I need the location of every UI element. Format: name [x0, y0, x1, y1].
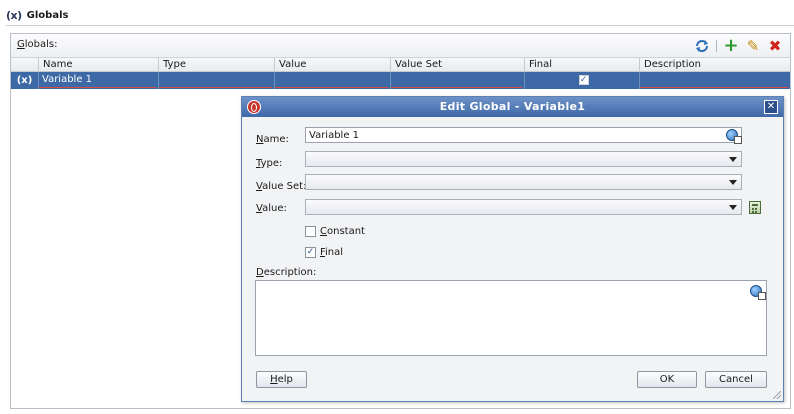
chevron-down-icon	[729, 157, 737, 162]
name-input[interactable]	[305, 127, 742, 143]
value-set-select[interactable]	[305, 174, 742, 190]
toolbar: + ✎ ✖	[693, 36, 784, 56]
cell-type[interactable]	[159, 72, 275, 89]
column-header-name[interactable]: Name	[39, 58, 159, 71]
description-textarea[interactable]	[255, 280, 767, 356]
help-button[interactable]: Help	[256, 371, 307, 388]
add-icon[interactable]: +	[722, 37, 740, 55]
cell-value[interactable]	[275, 72, 391, 89]
column-header-final[interactable]: Final	[525, 58, 640, 71]
toolbar-separator	[716, 40, 717, 52]
column-header-description[interactable]: Description	[640, 58, 790, 71]
final-checkbox-box[interactable]: ✓	[305, 247, 316, 258]
type-select[interactable]	[305, 151, 742, 167]
edit-icon[interactable]: ✎	[744, 37, 762, 55]
description-label: Description:	[256, 267, 317, 278]
column-header-type[interactable]: Type	[159, 58, 275, 71]
table-row[interactable]: (x) Variable 1 ✓	[11, 72, 790, 89]
delete-icon[interactable]: ✖	[766, 37, 784, 55]
cell-description[interactable]	[640, 72, 790, 89]
value-label: Value:	[256, 203, 287, 214]
edit-global-dialog: Edit Global - Variable1 ✕ Name: Type: Va…	[241, 96, 784, 402]
cell-name[interactable]: Variable 1	[39, 72, 159, 89]
cell-value-set[interactable]	[391, 72, 525, 89]
page-title: Globals	[26, 9, 69, 21]
globe-icon	[750, 285, 766, 300]
refresh-icon-graphic	[696, 40, 708, 52]
dialog-title-bar[interactable]: Edit Global - Variable1 ✕	[242, 97, 783, 117]
constant-label: Constant	[320, 226, 365, 237]
table-header: Name Type Value Value Set Final Descript…	[11, 58, 790, 72]
translate-globe-icon[interactable]	[724, 127, 742, 144]
value-select[interactable]	[305, 199, 742, 215]
panel-label: Globals:	[17, 39, 58, 50]
resize-grip[interactable]	[773, 391, 781, 399]
constant-checkbox[interactable]: Constant	[305, 226, 365, 237]
value-set-label: Value Set:	[256, 181, 307, 192]
chevron-down-icon	[729, 180, 737, 185]
type-label: Type:	[256, 158, 283, 169]
translate-globe-icon[interactable]	[748, 283, 766, 300]
header-divider	[6, 25, 794, 26]
row-variable-icon: (x)	[11, 72, 39, 89]
globals-table: Name Type Value Value Set Final Descript…	[11, 58, 790, 89]
chevron-down-icon	[729, 205, 737, 210]
ok-button[interactable]: OK	[637, 371, 697, 388]
constant-checkbox-box[interactable]	[305, 226, 316, 237]
variable-icon: (x)	[6, 8, 22, 22]
dialog-title: Edit Global - Variable1	[439, 100, 586, 113]
final-checkbox-cell[interactable]: ✓	[578, 75, 589, 85]
column-header-value[interactable]: Value	[275, 58, 391, 71]
name-label: Name:	[256, 134, 289, 145]
column-header-value-set[interactable]: Value Set	[391, 58, 525, 71]
cell-final[interactable]: ✓	[525, 72, 640, 89]
globe-icon	[726, 129, 742, 144]
refresh-icon[interactable]	[693, 37, 711, 55]
calculator-icon	[749, 200, 761, 214]
expression-builder-button[interactable]	[747, 199, 763, 215]
panel-toolbar: Globals: + ✎ ✖	[11, 34, 790, 58]
cancel-button[interactable]: Cancel	[705, 371, 767, 388]
page-header: (x) Globals	[6, 7, 68, 23]
close-icon[interactable]: ✕	[764, 100, 778, 114]
row-header-cell	[11, 58, 39, 71]
final-checkbox[interactable]: ✓ Final	[305, 247, 343, 258]
final-label: Final	[320, 247, 344, 258]
